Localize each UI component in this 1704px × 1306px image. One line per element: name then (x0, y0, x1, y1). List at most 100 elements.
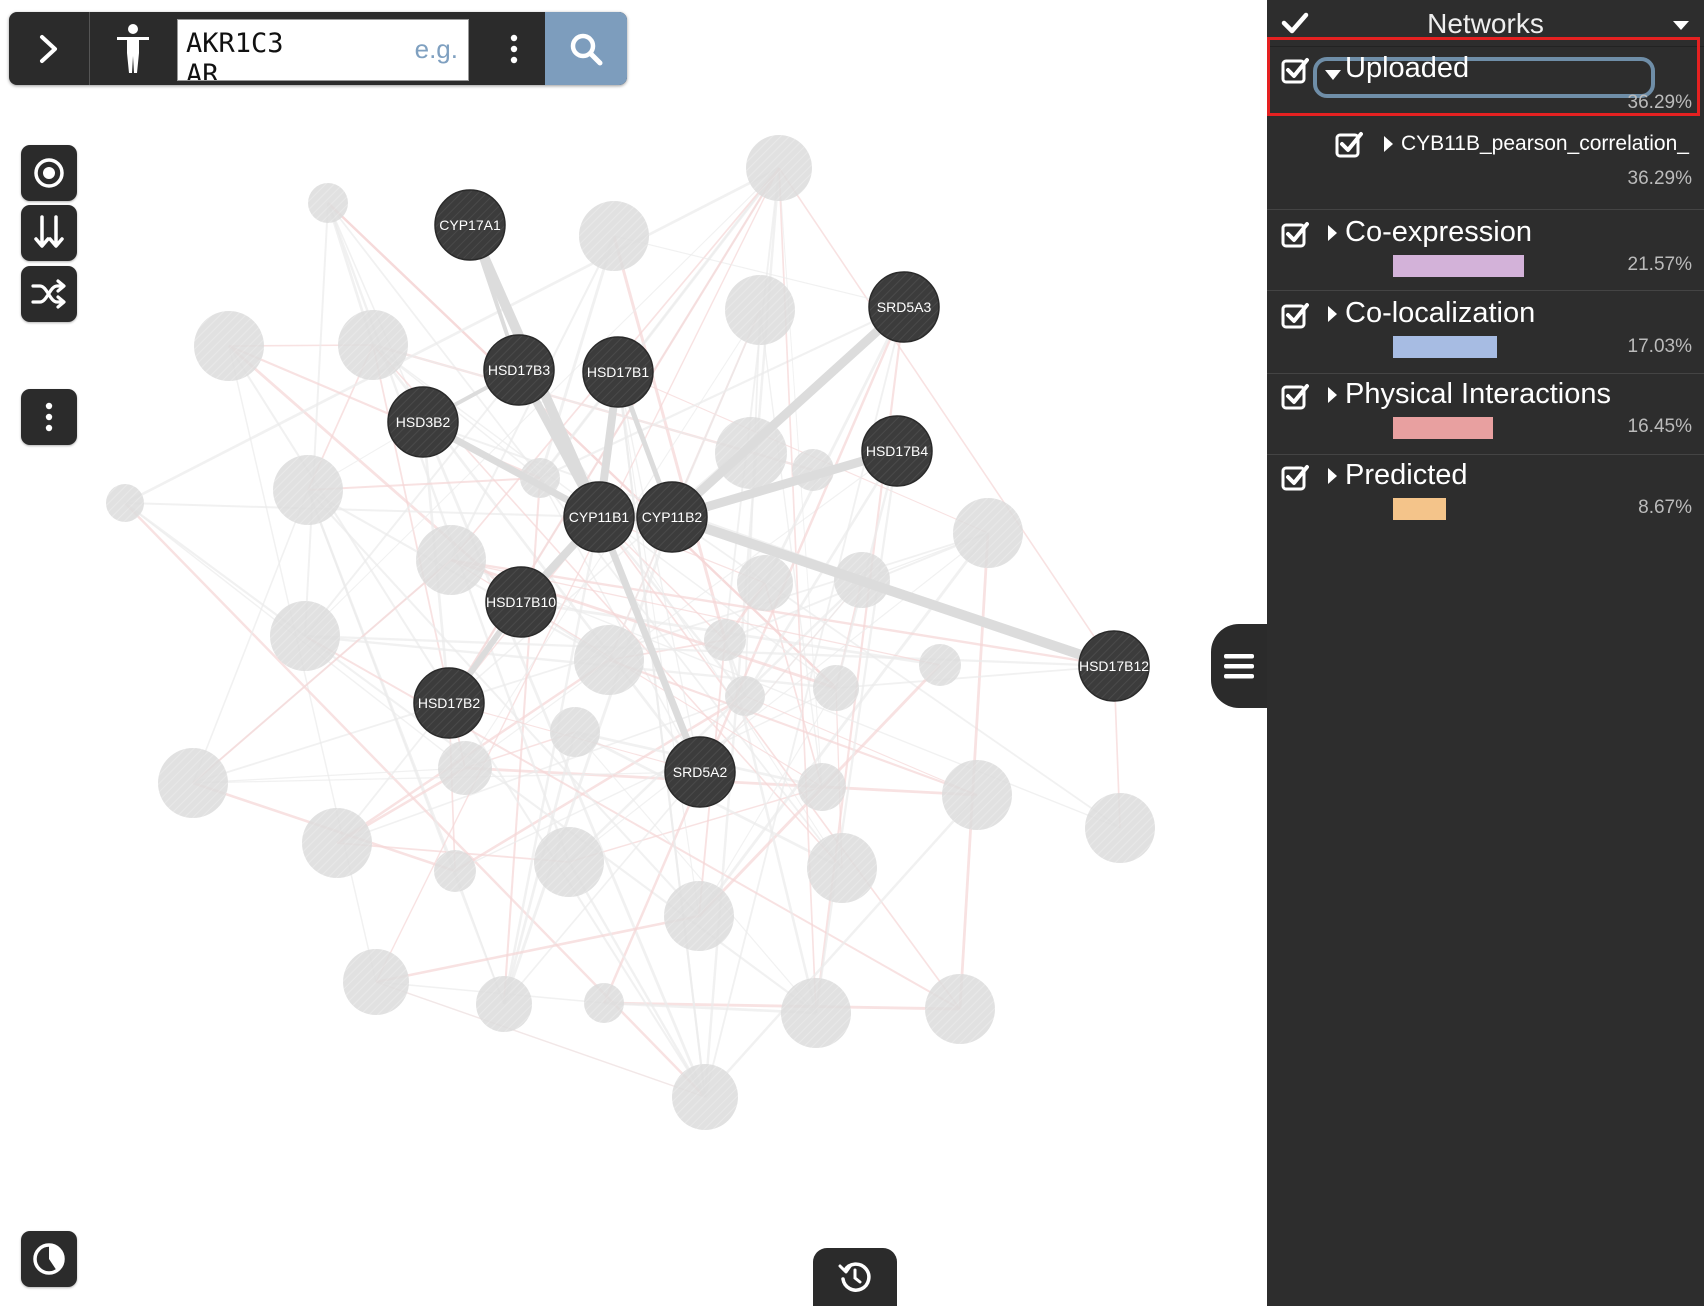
checkbox-checked-icon[interactable] (1281, 382, 1309, 410)
target-icon (34, 158, 64, 188)
shuffle-layout-button[interactable] (21, 266, 77, 322)
checkbox-checked-icon[interactable] (1335, 130, 1363, 158)
faded-gene-node[interactable] (746, 135, 812, 201)
query-gene-node[interactable]: HSD17B10 (485, 566, 557, 638)
faded-gene-node[interactable] (919, 644, 961, 686)
search-icon (570, 33, 603, 65)
gene-search-input[interactable]: AKR1C3 AR e.g. (177, 19, 469, 81)
faded-gene-node[interactable] (725, 676, 765, 716)
faded-edge (502, 477, 542, 1005)
organism-selector-button[interactable] (90, 12, 176, 85)
hamburger-menu-icon (1224, 654, 1254, 679)
gene-query-text[interactable]: AKR1C3 AR (186, 28, 284, 80)
faded-gene-node[interactable] (942, 760, 1012, 830)
legend-button[interactable] (21, 1231, 77, 1287)
panel-toggle-button[interactable] (1211, 624, 1267, 708)
query-gene-node[interactable]: SRD5A2 (664, 736, 736, 808)
faded-gene-node[interactable] (672, 1064, 738, 1130)
faded-edge (304, 202, 329, 637)
network-item-cyb11b[interactable]: CYB11B_pearson_correlation_ 36.29% (1267, 126, 1704, 206)
recenter-button[interactable] (21, 145, 77, 201)
query-gene-node[interactable]: CYP17A1 (434, 189, 506, 261)
caret-right-icon[interactable] (1327, 386, 1338, 404)
faded-gene-node[interactable] (270, 601, 340, 671)
faded-gene-node[interactable] (416, 525, 486, 595)
faded-gene-node[interactable] (338, 310, 408, 380)
query-gene-node[interactable]: HSD17B4 (861, 415, 933, 487)
query-gene-node[interactable]: SRD5A3 (868, 271, 940, 343)
faded-gene-node[interactable] (781, 978, 851, 1048)
network-percent: 36.29% (1627, 168, 1692, 189)
network-group-predicted[interactable]: Predicted 8.67% (1267, 455, 1704, 535)
faded-gene-node[interactable] (664, 881, 734, 951)
checkbox-checked-icon[interactable] (1281, 463, 1309, 491)
faded-gene-node[interactable] (574, 625, 644, 695)
expand-panel-button[interactable] (9, 12, 90, 85)
faded-gene-node[interactable] (813, 665, 859, 711)
uploaded-highlight-box (1267, 37, 1700, 116)
faded-gene-node[interactable] (953, 498, 1023, 568)
group-name: Co-localization (1345, 297, 1536, 329)
node-label: HSD17B10 (486, 594, 556, 610)
faded-gene-node[interactable] (434, 850, 476, 892)
group-name: Predicted (1345, 459, 1468, 491)
node-label: HSD17B1 (587, 364, 649, 380)
faded-gene-node[interactable] (925, 974, 995, 1044)
query-gene-node[interactable]: HSD17B12 (1078, 630, 1150, 702)
caret-right-icon[interactable] (1383, 135, 1394, 153)
query-gene-node[interactable]: HSD3B2 (387, 386, 459, 458)
caret-down-icon[interactable] (1672, 20, 1690, 31)
node-label: CYP17A1 (439, 217, 501, 233)
caret-right-icon[interactable] (1327, 467, 1338, 485)
faded-gene-node[interactable] (106, 484, 144, 522)
gene-search-bar: AKR1C3 AR e.g. (9, 12, 627, 85)
faded-gene-node[interactable] (550, 707, 600, 757)
caret-right-icon[interactable] (1327, 305, 1338, 323)
faded-gene-node[interactable] (1085, 793, 1155, 863)
history-button[interactable] (813, 1248, 897, 1306)
checkbox-checked-icon[interactable] (1281, 301, 1309, 329)
example-hint[interactable]: e.g. (415, 34, 458, 65)
network-group-physical-interactions[interactable]: Physical Interactions 16.45% (1267, 374, 1704, 455)
query-gene-node[interactable]: HSD17B3 (483, 334, 555, 406)
vertical-dots-icon (45, 402, 53, 432)
faded-gene-node[interactable] (807, 833, 877, 903)
node-label: SRD5A2 (673, 764, 728, 780)
faded-gene-node[interactable] (725, 275, 795, 345)
faded-gene-node[interactable] (438, 741, 492, 795)
query-gene-node[interactable]: HSD17B2 (413, 667, 485, 739)
network-group-co-localization[interactable]: Co-localization 17.03% (1267, 291, 1704, 374)
faded-gene-node[interactable] (798, 763, 846, 811)
faded-gene-node[interactable] (308, 183, 348, 223)
shuffle-icon (31, 279, 66, 309)
query-gene-node[interactable]: HSD17B1 (582, 336, 654, 408)
layout-arrows-down-icon (34, 215, 64, 248)
faded-gene-node[interactable] (704, 619, 746, 661)
faded-gene-node[interactable] (273, 455, 343, 525)
search-submit-button[interactable] (545, 12, 627, 85)
more-options-button[interactable] (21, 389, 77, 445)
faded-edge (612, 235, 727, 641)
faded-gene-node[interactable] (737, 555, 793, 611)
faded-gene-node[interactable] (534, 827, 604, 897)
color-bar (1393, 255, 1524, 277)
faded-gene-node[interactable] (194, 311, 264, 381)
node-label: SRD5A3 (877, 299, 932, 315)
human-figure-icon (117, 23, 149, 73)
query-gene-node[interactable]: CYP11B1 (563, 481, 635, 553)
faded-gene-node[interactable] (343, 949, 409, 1015)
chevron-right-icon (40, 34, 57, 63)
faded-gene-node[interactable] (302, 808, 372, 878)
group-percent: 16.45% (1627, 416, 1692, 437)
checkbox-checked-icon[interactable] (1281, 220, 1309, 248)
search-options-button[interactable] (475, 12, 553, 85)
faded-gene-node[interactable] (476, 976, 532, 1032)
caret-right-icon[interactable] (1327, 224, 1338, 242)
relayout-button[interactable] (21, 205, 77, 261)
faded-gene-node[interactable] (584, 983, 624, 1023)
group-name: Co-expression (1345, 216, 1532, 248)
query-gene-node[interactable]: CYP11B2 (636, 481, 708, 553)
network-group-co-expression[interactable]: Co-expression 21.57% (1267, 210, 1704, 291)
faded-gene-node[interactable] (158, 748, 228, 818)
faded-gene-node[interactable] (579, 201, 649, 271)
